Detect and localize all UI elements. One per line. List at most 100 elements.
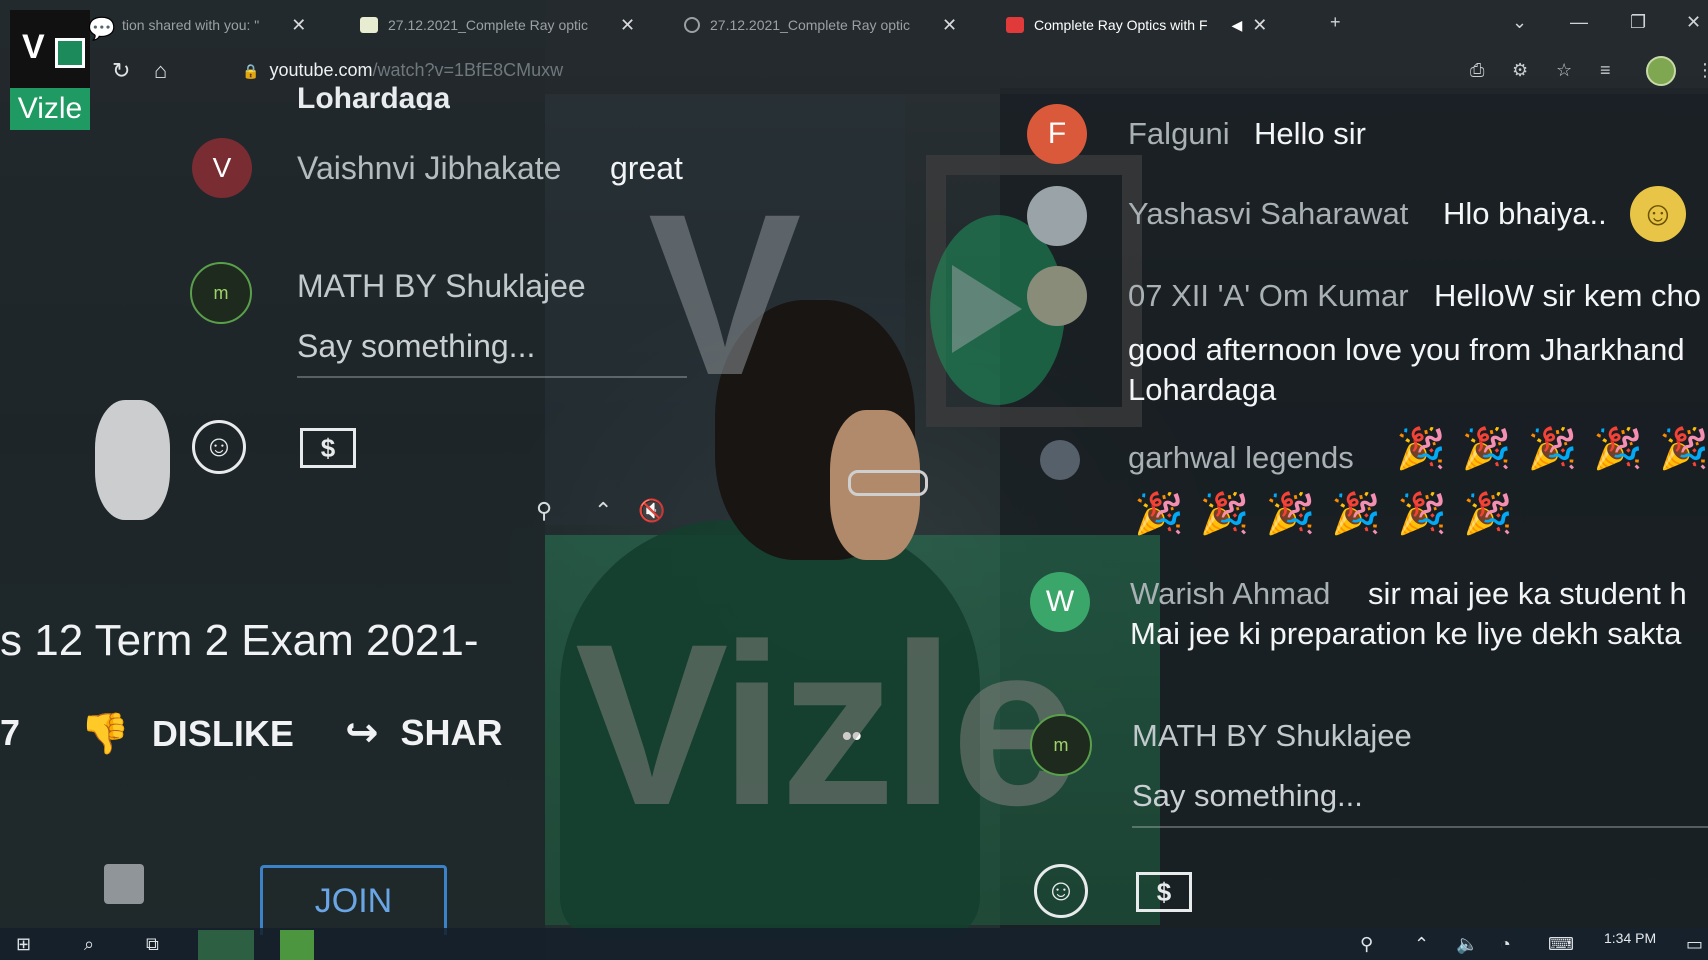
close-icon[interactable]: ✕ xyxy=(1252,15,1267,36)
channel-name: MATH BY Shuklajee xyxy=(297,268,586,304)
taskbar-clock[interactable]: 1:34 PM xyxy=(1604,930,1656,946)
chat-author[interactable]: 07 XII 'A' Om Kumar xyxy=(1128,278,1409,314)
tab-label: 27.12.2021_Complete Ray optic xyxy=(710,17,911,33)
chat-input-underline xyxy=(1132,826,1708,828)
sheets-icon xyxy=(360,17,378,33)
avatar[interactable] xyxy=(1027,266,1087,326)
like-count: 7 xyxy=(0,712,21,753)
watermark-play-icon xyxy=(952,265,1022,353)
notification-icon[interactable]: ▭ xyxy=(1686,934,1703,955)
chat-author[interactable]: Yashasvi Saharawat xyxy=(1128,196,1408,232)
super-chat-button[interactable]: $ xyxy=(300,428,356,468)
menu-icon[interactable]: ⋮ xyxy=(1696,60,1708,81)
tab-shared[interactable]: tion shared with you: " ✕ xyxy=(122,10,306,40)
chat-message-fragment: Lohardaga xyxy=(297,82,451,110)
chat-author[interactable]: Falguni xyxy=(1128,116,1230,152)
browser-tab-bar: tion shared with you: " ✕ 27.12.2021_Com… xyxy=(0,0,1708,48)
star-icon[interactable]: ☆ xyxy=(1556,60,1572,81)
emoji-button[interactable]: ☺ xyxy=(192,420,246,474)
chevron-up-icon[interactable]: ⌃ xyxy=(594,498,612,524)
close-icon[interactable]: ✕ xyxy=(620,15,635,36)
close-window-icon[interactable]: ✕ xyxy=(1686,12,1701,33)
tab-label: tion shared with you: " xyxy=(122,17,260,33)
new-tab-button[interactable]: + xyxy=(1330,12,1341,33)
avatar[interactable] xyxy=(1040,440,1080,480)
lock-icon: 🔒 xyxy=(242,63,260,79)
extension-icon[interactable]: ⚙ xyxy=(1512,60,1528,81)
channel-avatar: m xyxy=(190,262,252,324)
avatar-letter: V xyxy=(212,152,232,183)
avatar[interactable] xyxy=(1027,186,1087,246)
video-title: s 12 Term 2 Exam 2021- xyxy=(0,616,479,665)
share-icon: ↪ xyxy=(345,711,379,755)
chat-text: Hello sir xyxy=(1254,116,1366,151)
close-icon[interactable]: ✕ xyxy=(291,15,306,36)
chat-bubble-icon: 💬 xyxy=(88,16,116,41)
search-icon[interactable]: ⌕ xyxy=(84,934,94,955)
vizle-logo: V Vizle xyxy=(10,10,90,130)
close-icon[interactable]: ✕ xyxy=(942,15,957,36)
avatar-letter: W xyxy=(1045,585,1075,618)
people-icon[interactable]: ⚲ xyxy=(536,498,552,524)
chat-author[interactable]: garhwal legends xyxy=(1128,440,1354,476)
restore-icon[interactable]: ❐ xyxy=(1630,12,1646,33)
volume-icon[interactable]: 🔈 xyxy=(1456,934,1478,955)
tab-label: Complete Ray Optics with F xyxy=(1034,17,1208,33)
tab-ray-optics-doc[interactable]: 27.12.2021_Complete Ray optic ✕ xyxy=(360,10,635,40)
vizle-logo-letter: V xyxy=(22,28,45,66)
dislike-button[interactable]: 👎 DISLIKE xyxy=(80,710,294,757)
chat-text: HelloW sir kem cho xyxy=(1434,278,1701,313)
chevron-down-icon[interactable]: ⌄ xyxy=(1512,12,1527,33)
tab-ray-optics-web[interactable]: 27.12.2021_Complete Ray optic ✕ xyxy=(684,10,957,40)
chat-author[interactable]: Warish Ahmad xyxy=(1130,576,1330,612)
chevron-up-icon[interactable]: ⌃ xyxy=(1414,934,1429,955)
share-button[interactable]: ↪ SHAR xyxy=(345,710,503,756)
sheets-taskbar-icon[interactable] xyxy=(280,930,314,960)
party-popper-emojis: 🎉🎉🎉🎉🎉 xyxy=(1396,427,1708,471)
minimize-icon[interactable]: — xyxy=(1570,12,1588,33)
chrome-taskbar-icon[interactable] xyxy=(198,930,254,960)
tab-label: 27.12.2021_Complete Ray optic xyxy=(388,17,589,33)
url-field[interactable]: 🔒 youtube.com/watch?v=1BfE8CMuxw xyxy=(242,60,563,81)
dislike-label: DISLIKE xyxy=(151,712,294,754)
emoji-button[interactable]: ☺ xyxy=(1034,864,1088,918)
avatar[interactable]: F xyxy=(1027,104,1087,164)
tab-youtube-active[interactable]: Complete Ray Optics with F ◀ ✕ xyxy=(1006,10,1267,40)
keyboard-icon[interactable]: ⌨ xyxy=(1548,934,1574,955)
party-popper-emojis: 🎉🎉🎉🎉🎉🎉 xyxy=(1134,492,1529,536)
dollar-icon: $ xyxy=(1156,876,1172,907)
chat-input[interactable]: Say something... xyxy=(297,328,535,365)
chat-text: Hlo bhaiya.. xyxy=(1443,196,1607,231)
chat-input[interactable]: Say something... xyxy=(1132,778,1363,814)
people-icon[interactable]: ⚲ xyxy=(1360,934,1373,955)
reload-icon[interactable]: ↻ xyxy=(112,58,130,84)
avatar[interactable]: V xyxy=(192,138,252,198)
profile-avatar[interactable] xyxy=(1646,56,1676,86)
windows-start-icon[interactable]: ⊞ xyxy=(16,934,31,955)
chat-text: Lohardaga xyxy=(1128,372,1277,407)
avatar[interactable]: W xyxy=(1030,572,1090,632)
join-button[interactable]: JOIN xyxy=(260,865,447,935)
play-icon xyxy=(55,38,85,68)
mute-icon[interactable]: 🔇 xyxy=(638,498,665,524)
url-domain: youtube.com xyxy=(269,60,373,80)
share-label: SHAR xyxy=(400,712,503,753)
home-icon[interactable]: ⌂ xyxy=(154,58,167,84)
super-chat-button[interactable]: $ xyxy=(1136,872,1192,912)
task-view-icon[interactable]: ⧉ xyxy=(146,934,159,955)
left-chat-backdrop xyxy=(0,0,545,960)
dollar-icon: $ xyxy=(320,432,336,463)
windows-taskbar xyxy=(0,928,1708,960)
url-path: /watch?v=1BfE8CMuxw xyxy=(372,60,564,80)
reading-list-icon[interactable]: ≡ xyxy=(1600,60,1611,81)
smile-emoji: ☺ xyxy=(1630,186,1686,242)
smile-icon: ☺ xyxy=(1045,874,1077,907)
speaker-icon[interactable]: ◀ xyxy=(1232,17,1243,34)
chat-author[interactable]: Vaishnvi Jibhakate xyxy=(297,150,561,187)
watermark-letter: V xyxy=(648,166,802,423)
thumbs-down-icon: 👎 xyxy=(80,712,130,756)
install-icon[interactable]: ⎙ xyxy=(1470,60,1484,81)
thumbnail-placeholder xyxy=(104,864,144,904)
chat-text: good afternoon love you from Jharkhand xyxy=(1128,332,1685,367)
wifi-icon[interactable]: ◔ xyxy=(1500,934,1511,955)
